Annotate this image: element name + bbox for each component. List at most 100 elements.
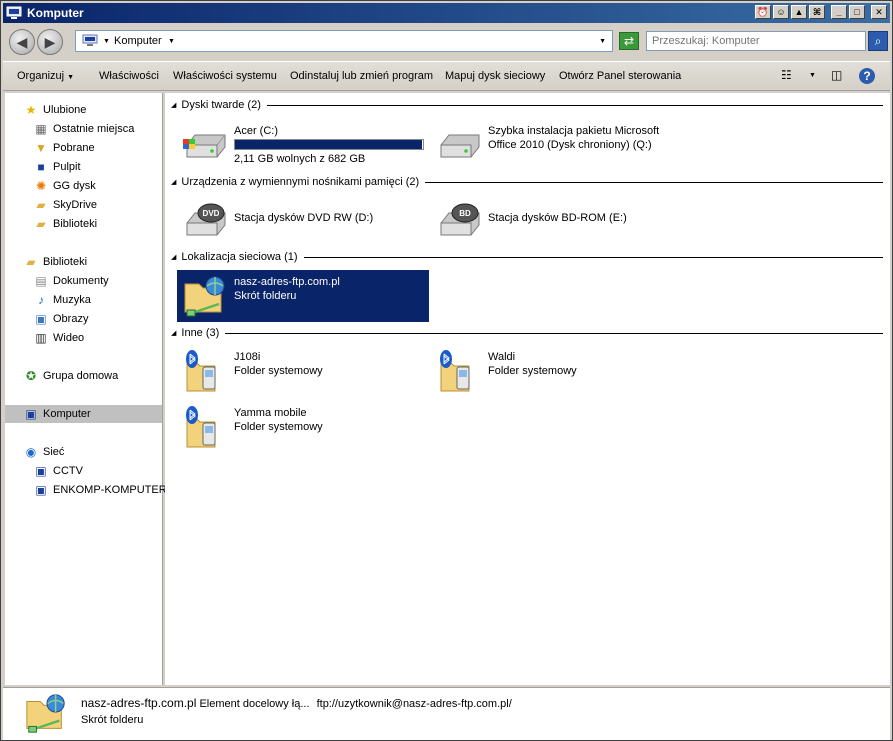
bluetooth-phone-folder-icon — [186, 350, 216, 392]
content-pane: ◢ Dyski twarde (2) Acer (C:) 2,11 GB wol… — [165, 93, 890, 685]
nav-documents[interactable]: ▤ Dokumenty — [33, 272, 108, 290]
bluetooth-phone-folder-icon — [186, 406, 216, 448]
bluetooth-device-tile[interactable]: J108i Folder systemowy — [177, 345, 427, 397]
address-row: ◀ ▶ ▼ Komputer ▼ ▼ ⇄ ⌕ — [3, 25, 890, 59]
nav-network-enkomp[interactable]: ▣ ENKOMP-KOMPUTER — [33, 481, 166, 499]
view-options-icon[interactable]: ☷ — [781, 68, 792, 82]
collapse-triangle-icon[interactable]: ◢ — [171, 329, 176, 337]
computer-icon: ▣ — [25, 407, 37, 421]
nav-network-cctv[interactable]: ▣ CCTV — [33, 462, 83, 480]
nav-desktop[interactable]: ■ Pulpit — [33, 158, 80, 176]
navigation-pane: ★ Ulubione ▦ Ostatnie miejsca ▼ Pobrane ■ Pu… — [5, 93, 167, 685]
search-icon: ⌕ — [874, 34, 882, 48]
group-removable-header[interactable]: ◢ Urządzenia z wymiennymi nośnikami pami… — [171, 176, 883, 188]
nav-music[interactable]: ♪ Muzyka — [33, 291, 91, 309]
nav-libraries[interactable]: ▰ Biblioteki — [23, 253, 87, 271]
dvd-drive-name: Stacja dysków DVD RW (D:) — [234, 212, 374, 224]
star-icon: ★ — [25, 103, 37, 117]
alarm-clock-icon[interactable]: ⏰ — [755, 5, 771, 19]
preview-pane-icon[interactable]: ◫ — [831, 68, 842, 82]
minimize-button[interactable]: _ — [831, 5, 847, 19]
device-name: Yamma mobile — [234, 407, 307, 419]
drive-q-name-line2: Office 2010 (Dysk chroniony) (Q:) — [488, 139, 652, 151]
collapse-triangle-icon[interactable]: ◢ — [171, 101, 176, 109]
pin-icon[interactable]: ⌘ — [809, 5, 825, 19]
roll-up-icon[interactable]: ▲ — [791, 5, 807, 19]
recent-places-icon: ▦ — [35, 122, 47, 136]
address-bar[interactable]: ▼ Komputer ▼ ▼ — [75, 30, 613, 52]
group-network-header[interactable]: ◢ Lokalizacja sieciowa (1) — [171, 251, 883, 263]
downloads-folder-icon: ▼ — [35, 141, 47, 155]
breadcrumb-dropdown-icon[interactable]: ▼ — [168, 38, 175, 45]
open-control-panel-button[interactable]: Otwórz Panel sterowania — [559, 70, 681, 82]
breadcrumb-separator-icon[interactable]: ▼ — [103, 38, 110, 45]
group-other-header[interactable]: ◢ Inne (3) — [171, 327, 883, 339]
details-type: Skrót folderu — [81, 714, 144, 726]
search-box[interactable] — [646, 31, 866, 51]
drive-c-name: Acer (C:) — [234, 125, 278, 137]
film-icon: ▥ — [35, 331, 47, 345]
drive-c-free-space: 2,11 GB wolnych z 682 GB — [234, 153, 366, 165]
window-title: Komputer — [27, 6, 84, 20]
nav-homegroup[interactable]: ✪ Grupa domowa — [23, 367, 118, 385]
details-line: nasz-adres-ftp.com.pl Element docelowy ł… — [81, 696, 512, 710]
nav-videos[interactable]: ▥ Wideo — [33, 329, 84, 347]
drive-c-tile[interactable]: Acer (C:) 2,11 GB wolnych z 682 GB — [177, 119, 427, 171]
maximize-button[interactable]: □ — [849, 5, 865, 19]
details-pane: nasz-adres-ftp.com.pl Element docelowy ł… — [3, 687, 890, 740]
device-type: Folder systemowy — [234, 421, 323, 433]
nav-downloads[interactable]: ▼ Pobrane — [33, 139, 95, 157]
ftp-shortcut-tile[interactable]: nasz-adres-ftp.com.pl Skrót folderu — [177, 270, 429, 322]
view-dropdown-icon[interactable]: ▼ — [809, 72, 816, 79]
title-bar[interactable]: Komputer ⏰ ☺ ▲ ⌘ _ □ ✕ — [3, 3, 890, 23]
nav-network[interactable]: ◉ Sieć — [23, 443, 65, 461]
desktop-icon: ■ — [37, 160, 45, 174]
details-target-label: Element docelowy łą... — [199, 698, 310, 710]
back-button[interactable]: ◀ — [9, 29, 35, 55]
refresh-button[interactable]: ⇄ — [619, 32, 639, 50]
close-button[interactable]: ✕ — [871, 5, 887, 19]
refresh-icon: ⇄ — [623, 34, 635, 48]
drive-q-tile[interactable]: Szybka instalacja pakietu Microsoft Offi… — [431, 119, 681, 171]
device-name: Waldi — [488, 351, 516, 363]
shield-icon[interactable]: ☺ — [773, 5, 789, 19]
uninstall-program-button[interactable]: Odinstaluj lub zmień program — [290, 70, 433, 82]
address-history-dropdown-icon[interactable]: ▼ — [599, 38, 606, 45]
folder-icon: ▰ — [36, 217, 46, 231]
map-network-drive-button[interactable]: Mapuj dysk sieciowy — [445, 70, 545, 82]
bd-drive-tile[interactable]: BD Stacja dysków BD-ROM (E:) — [431, 193, 681, 245]
properties-button[interactable]: Właściwości — [99, 70, 159, 82]
device-name: J108i — [234, 351, 261, 363]
system-properties-button[interactable]: Właściwości systemu — [173, 70, 277, 82]
nav-gg-drive[interactable]: ✺ GG dysk — [33, 177, 96, 195]
nav-skydrive[interactable]: ▰ SkyDrive — [33, 196, 97, 214]
dvd-drive-icon: DVD — [186, 203, 226, 236]
nav-libraries-favorite[interactable]: ▰ Biblioteki — [33, 215, 97, 233]
nav-recent-places[interactable]: ▦ Ostatnie miejsca — [33, 120, 134, 138]
group-hard-drives-header[interactable]: ◢ Dyski twarde (2) — [171, 99, 883, 111]
nav-favorites[interactable]: ★ Ulubione — [23, 101, 87, 119]
bluetooth-device-tile[interactable]: Yamma mobile Folder systemowy — [177, 401, 427, 453]
details-target-value: ftp://uzytkownik@nasz-adres-ftp.com.pl/ — [316, 698, 512, 710]
hard-drive-icon — [440, 134, 480, 158]
bluetooth-device-tile[interactable]: Waldi Folder systemowy — [431, 345, 681, 397]
ftp-shortcut-type: Skrót folderu — [234, 290, 297, 302]
computer-icon — [82, 34, 98, 46]
collapse-triangle-icon[interactable]: ◢ — [171, 253, 176, 261]
organize-menu[interactable]: Organizuj ▼ — [17, 70, 74, 82]
dvd-drive-tile[interactable]: DVD Stacja dysków DVD RW (D:) — [177, 193, 427, 245]
breadcrumb-location[interactable]: Komputer — [114, 35, 162, 47]
nav-pictures[interactable]: ▣ Obrazy — [33, 310, 88, 328]
homegroup-icon: ✪ — [25, 369, 37, 383]
drive-c-usage-bar — [234, 139, 424, 150]
nav-computer[interactable]: ▣ Komputer — [5, 405, 162, 423]
search-button[interactable]: ⌕ — [868, 31, 888, 51]
explorer-window: Komputer ⏰ ☺ ▲ ⌘ _ □ ✕ ◀ ▶ ▼ Komputer ▼ … — [0, 0, 893, 741]
bd-drive-name: Stacja dysków BD-ROM (E:) — [488, 212, 627, 224]
sun-icon: ✺ — [35, 179, 47, 193]
arrow-right-icon: ▶ — [44, 34, 56, 50]
help-icon[interactable]: ? — [859, 68, 875, 84]
collapse-triangle-icon[interactable]: ◢ — [171, 178, 176, 186]
search-input[interactable] — [647, 32, 865, 50]
forward-button[interactable]: ▶ — [37, 29, 63, 55]
